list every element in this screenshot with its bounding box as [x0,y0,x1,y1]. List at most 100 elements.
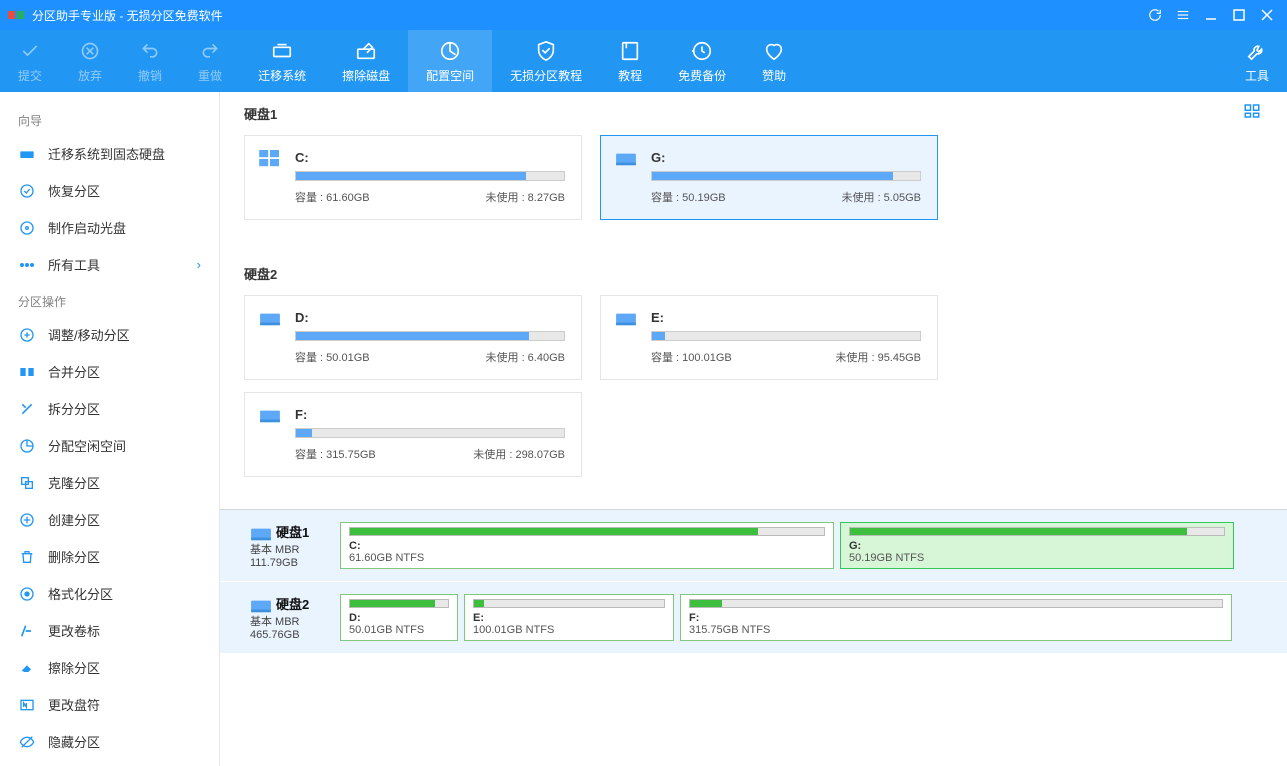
wipe-button[interactable]: 擦除磁盘 [324,30,408,92]
sidebar-item-label: 拆分分区 [48,399,100,418]
partition-card[interactable]: C:容量 : 61.60GB未使用 : 8.27GB [244,135,582,220]
heart-icon [762,39,786,63]
maximize-button[interactable] [1227,3,1251,27]
guide-button[interactable]: 教程 [600,30,660,92]
disk-icon [18,145,36,163]
sidebar-item-label: 克隆分区 [48,473,100,492]
sidebar-item-label: 分配空闲空间 [48,436,126,455]
clone-icon [18,474,36,492]
main-panel: 硬盘1C:容量 : 61.60GB未使用 : 8.27GBG:容量 : 50.1… [220,92,1287,766]
usage-bar [295,331,565,341]
allocate-button[interactable]: 配置空间 [408,30,492,92]
partition-segment[interactable]: E:100.01GB NTFS [464,594,674,641]
capacity-label: 容量 : 50.01GB [295,349,370,365]
ops-item[interactable]: 格式化分区 [0,575,219,612]
wizard-item[interactable]: 迁移系统到固态硬盘 [0,135,219,172]
sidebar-item-label: 隐藏分区 [48,732,100,751]
wizard-item[interactable]: 恢复分区 [0,172,219,209]
partition-letter: F: [295,407,565,422]
disk-map-row: 硬盘1基本 MBR111.79GBC:61.60GB NTFSG:50.19GB… [220,510,1287,582]
sidebar-item-label: 制作启动光盘 [48,218,126,237]
partition-segment[interactable]: C:61.60GB NTFS [340,522,834,569]
ops-item[interactable]: 更改卷标 [0,612,219,649]
ops-item[interactable]: 合并分区 [0,353,219,390]
partition-icon [259,150,281,168]
disk-icon [250,525,270,539]
partition-card[interactable]: E:容量 : 100.01GB未使用 : 95.45GB [600,295,938,380]
sidebar-item-label: 恢复分区 [48,181,100,200]
ops-item[interactable]: 拆分分区 [0,390,219,427]
window-title: 分区助手专业版 - 无损分区免费软件 [32,7,1139,24]
seg-letter: D: [349,612,449,624]
ops-item[interactable]: 擦除分区 [0,649,219,686]
allocate-icon [438,39,462,63]
sidebar-item-label: 合并分区 [48,362,100,381]
ops-item[interactable]: 隐藏分区 [0,723,219,760]
usage-bar [295,171,565,181]
ops-item[interactable]: 创建分区 [0,501,219,538]
seg-size: 315.75GB NTFS [689,624,1223,636]
tools-button[interactable]: 工具 [1227,30,1287,92]
refresh-button[interactable] [1143,3,1167,27]
ops-item[interactable]: 分配空闲空间 [0,427,219,464]
view-toggle-button[interactable] [1243,102,1263,122]
seg-size: 50.19GB NTFS [849,552,1225,564]
migrate-button[interactable]: 迁移系统 [240,30,324,92]
seg-letter: G: [849,540,1225,552]
sidebar-item-label: 所有工具 [48,255,100,274]
format-icon [18,585,36,603]
seg-size: 100.01GB NTFS [473,624,665,636]
pie-icon [18,437,36,455]
partition-card[interactable]: F:容量 : 315.75GB未使用 : 298.07GB [244,392,582,477]
dots-icon [18,256,36,274]
toolbar: 提交 放弃 撤销 重做 迁移系统 擦除磁盘 配置空间 无损分区教程 教程 免费备… [0,30,1287,92]
wizard-item[interactable]: 制作启动光盘 [0,209,219,246]
seg-size: 50.01GB NTFS [349,624,449,636]
label-icon [18,622,36,640]
capacity-label: 容量 : 100.01GB [651,349,732,365]
tutorial-button[interactable]: 无损分区教程 [492,30,600,92]
partition-segment[interactable]: F:315.75GB NTFS [680,594,1232,641]
hide-icon [18,733,36,751]
partition-letter: C: [295,150,565,165]
backup-button[interactable]: 免费备份 [660,30,744,92]
disk-icon [250,597,270,611]
partition-card[interactable]: D:容量 : 50.01GB未使用 : 6.40GB [244,295,582,380]
app-logo-icon [8,7,24,23]
partition-card[interactable]: G:容量 : 50.19GB未使用 : 5.05GB [600,135,938,220]
minimize-button[interactable] [1199,3,1223,27]
unused-label: 未使用 : 6.40GB [486,349,565,365]
disk-info: 硬盘2基本 MBR465.76GB [244,594,334,641]
seg-letter: C: [349,540,825,552]
sidebar-item-label: 删除分区 [48,547,100,566]
migrate-icon [270,39,294,63]
partition-icon [259,310,281,328]
disk-title: 硬盘2 [244,264,1263,283]
sidebar-item-label: 迁移系统到固态硬盘 [48,144,165,163]
titlebar: 分区助手专业版 - 无损分区免费软件 [0,0,1287,30]
close-button[interactable] [1255,3,1279,27]
delete-icon [18,548,36,566]
check-icon [18,39,42,63]
ops-item[interactable]: 更改盘符 [0,686,219,723]
sidebar-item-label: 擦除分区 [48,658,100,677]
capacity-label: 容量 : 61.60GB [295,189,370,205]
erase-icon [18,659,36,677]
ops-item[interactable]: 删除分区 [0,538,219,575]
donate-button[interactable]: 赞助 [744,30,804,92]
ops-item[interactable]: 克隆分区 [0,464,219,501]
ops-item[interactable]: 设置活动分区 [0,760,219,766]
partition-letter: E: [651,310,921,325]
sidebar-item-label: 更改卷标 [48,621,100,640]
usage-bar [651,171,921,181]
disk-section: 硬盘2D:容量 : 50.01GB未使用 : 6.40GBE:容量 : 100.… [220,252,1287,509]
backup-icon [690,39,714,63]
ops-item[interactable]: 调整/移动分区 [0,316,219,353]
wizard-item[interactable]: 所有工具› [0,246,219,283]
wrench-icon [1245,39,1269,63]
partition-segment[interactable]: D:50.01GB NTFS [340,594,458,641]
seg-letter: F: [689,612,1223,624]
menu-button[interactable] [1171,3,1195,27]
partition-segment[interactable]: G:50.19GB NTFS [840,522,1234,569]
usage-bar [295,428,565,438]
